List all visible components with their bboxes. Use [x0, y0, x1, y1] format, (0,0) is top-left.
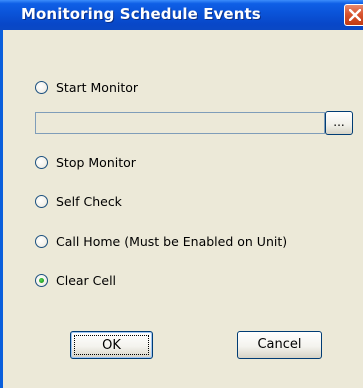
cancel-button[interactable]: Cancel: [237, 331, 322, 359]
radio-button[interactable]: [35, 80, 48, 94]
close-button[interactable]: [344, 4, 363, 26]
title-bar[interactable]: Monitoring Schedule Events: [0, 0, 363, 30]
radio-start-monitor[interactable]: Start Monitor: [35, 78, 138, 96]
radio-stop-monitor[interactable]: Stop Monitor: [35, 153, 136, 171]
radio-button[interactable]: [35, 234, 48, 248]
radio-button[interactable]: [35, 194, 48, 208]
radio-label: Clear Cell: [56, 272, 117, 288]
path-input[interactable]: [35, 112, 325, 134]
radio-clear-cell[interactable]: Clear Cell: [35, 271, 116, 289]
window-title: Monitoring Schedule Events: [21, 5, 261, 23]
radio-label: Stop Monitor: [56, 154, 136, 170]
radio-button[interactable]: [35, 155, 48, 169]
close-icon: [349, 9, 361, 21]
radio-self-check[interactable]: Self Check: [35, 192, 122, 210]
radio-call-home[interactable]: Call Home (Must be Enabled on Unit): [35, 232, 287, 250]
radio-label: Self Check: [56, 193, 122, 209]
radio-label: Start Monitor: [56, 79, 139, 95]
ok-button-label: OK: [74, 335, 149, 355]
radio-button-selected[interactable]: [35, 273, 48, 287]
browse-button[interactable]: ...: [325, 111, 353, 135]
monitoring-schedule-dialog: Monitoring Schedule Events Start Monitor…: [0, 0, 363, 388]
radio-label: Call Home (Must be Enabled on Unit): [56, 233, 288, 249]
ok-button[interactable]: OK: [70, 331, 153, 359]
